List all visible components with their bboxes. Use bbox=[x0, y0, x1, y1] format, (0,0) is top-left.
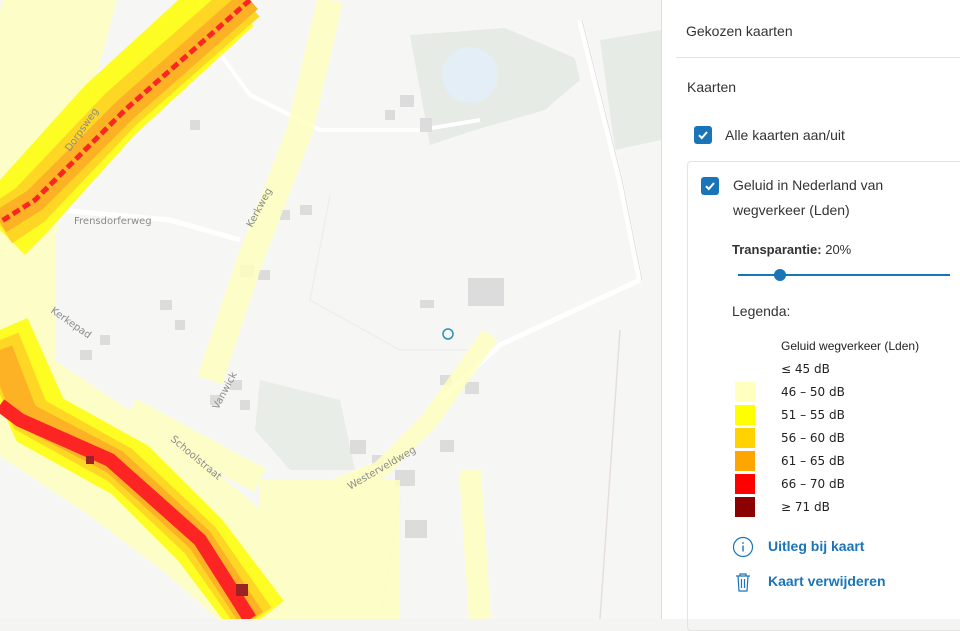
legend-swatch bbox=[735, 451, 755, 471]
legend-row: ≥ 71 dB bbox=[735, 497, 830, 517]
legend-swatch bbox=[735, 382, 755, 402]
legend-title: Legenda: bbox=[732, 303, 791, 319]
remove-map-label: Kaart verwijderen bbox=[768, 573, 886, 589]
divider bbox=[676, 57, 960, 58]
transparency-value: 20% bbox=[825, 242, 852, 257]
layer-name-line1: Geluid in Nederland van bbox=[733, 177, 884, 193]
legend-label: 66 – 70 dB bbox=[781, 477, 845, 491]
layer-name-line2: wegverkeer (Lden) bbox=[733, 202, 850, 218]
legend-row: 51 – 55 dB bbox=[735, 405, 845, 425]
panel-title: Gekozen kaarten bbox=[686, 23, 793, 39]
legend-swatch bbox=[735, 359, 755, 379]
legend-label: ≤ 45 dB bbox=[781, 362, 830, 376]
all-maps-label: Alle kaarten aan/uit bbox=[725, 127, 845, 143]
transparency-slider-track[interactable] bbox=[738, 274, 950, 276]
legend-swatch bbox=[735, 474, 755, 494]
legend-row: 66 – 70 dB bbox=[735, 474, 845, 494]
transparency-caption: Transparantie: bbox=[732, 242, 822, 257]
transparency-label: Transparantie: 20% bbox=[732, 242, 851, 257]
checkmark-icon bbox=[705, 182, 715, 191]
water-pond bbox=[442, 47, 498, 103]
section-title: Kaarten bbox=[687, 79, 737, 95]
legend-label: 46 – 50 dB bbox=[781, 385, 845, 399]
side-panel: Gekozen kaarten Kaarten Alle kaarten aan… bbox=[661, 0, 960, 631]
checkmark-icon bbox=[698, 131, 708, 140]
legend-row: 61 – 65 dB bbox=[735, 451, 845, 471]
legend-heading: Geluid wegverkeer (Lden) bbox=[781, 339, 920, 353]
legend-label: 56 – 60 dB bbox=[781, 431, 845, 445]
trash-icon bbox=[736, 573, 750, 592]
legend-label: 61 – 65 dB bbox=[781, 454, 845, 468]
layer-checkbox[interactable] bbox=[701, 177, 719, 195]
legend-row: 56 – 60 dB bbox=[735, 428, 845, 448]
map-canvas[interactable]: Frensdorferweg Kerkweg Kerkepad Dorpsweg… bbox=[0, 0, 661, 619]
info-icon bbox=[732, 536, 754, 558]
road-label: Frensdorferweg bbox=[74, 216, 152, 227]
legend-row: ≤ 45 dB bbox=[735, 359, 830, 379]
legend-swatch bbox=[735, 405, 755, 425]
legend-row: 46 – 50 dB bbox=[735, 382, 845, 402]
map-view[interactable]: Frensdorferweg Kerkweg Kerkepad Dorpsweg… bbox=[0, 0, 661, 619]
legend-label: ≥ 71 dB bbox=[781, 500, 830, 514]
legend-swatch bbox=[735, 428, 755, 448]
all-maps-checkbox[interactable] bbox=[694, 126, 712, 144]
info-link-label: Uitleg bij kaart bbox=[768, 538, 865, 554]
legend-label: 51 – 55 dB bbox=[781, 408, 845, 422]
legend-swatch bbox=[735, 497, 755, 517]
